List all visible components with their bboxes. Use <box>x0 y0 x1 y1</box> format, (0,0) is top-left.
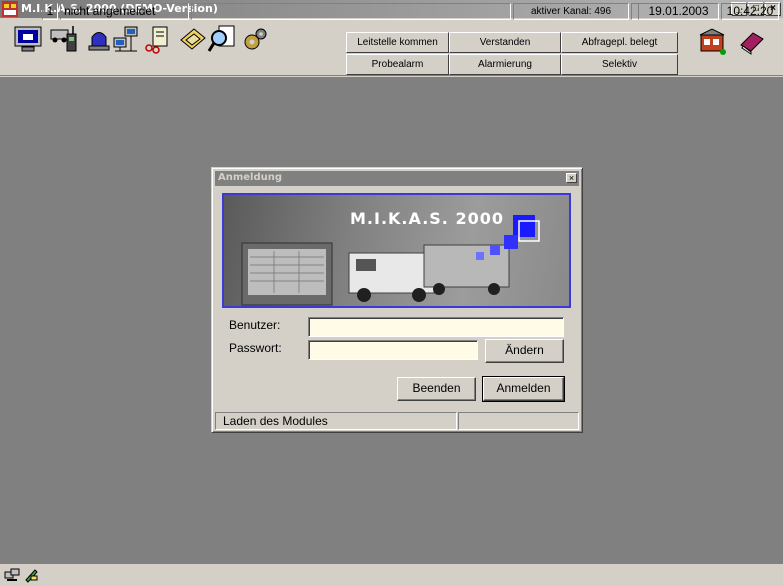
selektiv-button[interactable]: Selektiv <box>561 54 678 75</box>
banner-title: M.I.K.A.S. 2000 <box>350 209 504 228</box>
network-status-icon <box>4 568 20 581</box>
alarmierung-button[interactable]: Alarmierung <box>449 54 561 75</box>
book-icon[interactable] <box>737 27 767 57</box>
network-icon[interactable] <box>111 24 141 54</box>
magnifier-icon[interactable] <box>207 24 237 54</box>
leitstelle-kommen-button[interactable]: Leitstelle kommen <box>346 32 449 53</box>
login-dialog: Anmeldung × M.I.K.A.S. 2000 Benutzer: Pa… <box>211 167 583 433</box>
login-button[interactable]: Anmelden <box>482 376 565 402</box>
dialog-status-text: Laden des Modules <box>215 412 457 430</box>
password-label: Passwort: <box>229 341 282 355</box>
dialog-close-button[interactable]: × <box>566 173 577 183</box>
document-scissors-icon[interactable] <box>143 24 173 54</box>
change-password-button[interactable]: Ändern <box>485 339 564 363</box>
login-state: nicht angemeldet <box>60 3 189 20</box>
dialog-title-bar: Anmeldung × <box>215 171 579 186</box>
gears-icon[interactable] <box>241 24 271 54</box>
status-date: 19.01.2003 <box>638 3 719 20</box>
probealarm-button[interactable]: Probealarm <box>346 54 449 75</box>
siren-icon[interactable] <box>84 24 114 54</box>
user-label: Benutzer: <box>229 318 281 332</box>
monitor-icon[interactable] <box>13 24 43 54</box>
dialog-title: Anmeldung <box>218 172 283 183</box>
user-input[interactable] <box>308 317 564 337</box>
fire-station-icon[interactable] <box>698 27 728 57</box>
status-panel-empty <box>191 3 511 20</box>
app-icon <box>2 1 18 17</box>
radio-car-icon[interactable] <box>49 24 79 54</box>
pen-status-icon <box>25 569 38 583</box>
pencil-icon[interactable] <box>178 24 208 54</box>
progress-bar <box>458 412 579 430</box>
quit-button[interactable]: Beenden <box>397 377 476 401</box>
status-number: 1 <box>42 3 58 20</box>
active-channel: aktiver Kanal: 496 <box>513 3 629 20</box>
password-input[interactable] <box>308 340 478 360</box>
banner-image: M.I.K.A.S. 2000 <box>222 193 571 308</box>
verstanden-button[interactable]: Verstanden <box>449 32 561 53</box>
status-time: 10:42:20 <box>721 3 779 20</box>
status-bar <box>0 564 783 586</box>
abfragepl-belegt-button[interactable]: Abfragepl. belegt <box>561 32 678 53</box>
